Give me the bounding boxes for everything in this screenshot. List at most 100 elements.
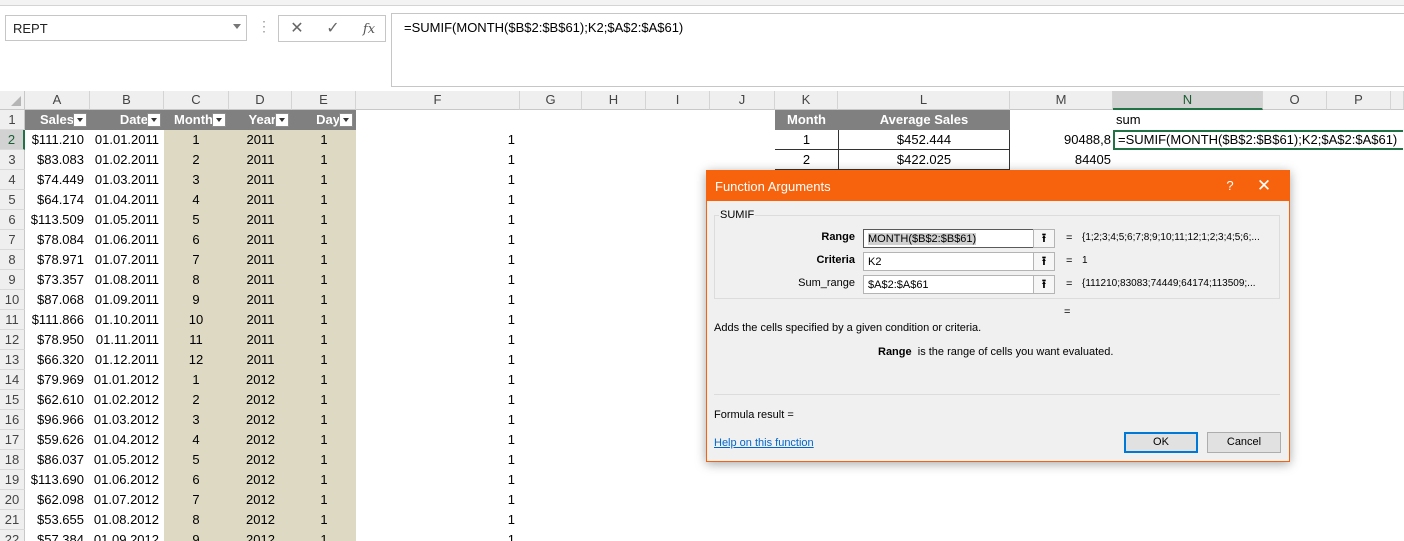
row-header-13[interactable]: 13: [0, 350, 25, 370]
cell-month[interactable]: 9: [164, 290, 229, 310]
cell-year[interactable]: 2011: [229, 270, 292, 290]
enter-icon[interactable]: ✓: [321, 19, 345, 39]
cell-f[interactable]: 1: [356, 130, 520, 150]
row-header-12[interactable]: 12: [0, 330, 25, 350]
chevron-down-icon[interactable]: [233, 24, 241, 29]
cell-f[interactable]: 1: [356, 150, 520, 170]
cell-month[interactable]: 8: [164, 270, 229, 290]
cell-day[interactable]: 1: [292, 470, 356, 490]
cell-year[interactable]: 2011: [229, 250, 292, 270]
cell-date[interactable]: 01.05.2012: [90, 450, 164, 470]
cell-year[interactable]: 2012: [229, 370, 292, 390]
cell-year[interactable]: 2011: [229, 290, 292, 310]
ok-button[interactable]: OK: [1124, 432, 1198, 453]
cell-f[interactable]: 1: [356, 210, 520, 230]
row-header-5[interactable]: 5: [0, 190, 25, 210]
column-header-m[interactable]: M: [1010, 91, 1113, 110]
cell-date[interactable]: 01.12.2011: [90, 350, 164, 370]
row-header-8[interactable]: 8: [0, 250, 25, 270]
cell-month[interactable]: 5: [164, 210, 229, 230]
cell-f[interactable]: 1: [356, 490, 520, 510]
cell-date[interactable]: 01.07.2012: [90, 490, 164, 510]
cell-year[interactable]: 2012: [229, 390, 292, 410]
cell-sales[interactable]: $83.083: [25, 150, 90, 170]
cell-day[interactable]: 1: [292, 490, 356, 510]
collapse-dialog-icon[interactable]: ⭱: [1033, 275, 1055, 294]
cell-f[interactable]: 1: [356, 350, 520, 370]
cell-month[interactable]: 3: [164, 410, 229, 430]
row-header-20[interactable]: 20: [0, 490, 25, 510]
filter-dropdown-day-icon[interactable]: [339, 113, 353, 127]
argument-input[interactable]: K2: [863, 252, 1055, 271]
row-header-21[interactable]: 21: [0, 510, 25, 530]
cell-year[interactable]: 2012: [229, 410, 292, 430]
cell-f[interactable]: 1: [356, 410, 520, 430]
cell-year[interactable]: 2012: [229, 510, 292, 530]
cell-day[interactable]: 1: [292, 430, 356, 450]
cell-f[interactable]: 1: [356, 330, 520, 350]
cell-year[interactable]: 2011: [229, 350, 292, 370]
insert-function-icon[interactable]: fx: [357, 19, 381, 39]
column-header-j[interactable]: J: [710, 91, 775, 110]
cell-date[interactable]: 01.08.2011: [90, 270, 164, 290]
row-header-14[interactable]: 14: [0, 370, 25, 390]
cell-sales[interactable]: $62.098: [25, 490, 90, 510]
cell-date[interactable]: 01.09.2012: [90, 530, 164, 541]
collapse-dialog-icon[interactable]: ⭱: [1033, 229, 1055, 248]
cell-f[interactable]: 1: [356, 290, 520, 310]
cell-month[interactable]: 4: [164, 190, 229, 210]
row-header-22[interactable]: 22: [0, 530, 25, 541]
cell-date[interactable]: 01.06.2012: [90, 470, 164, 490]
cell-f[interactable]: 1: [356, 530, 520, 541]
cell-sales[interactable]: $111.866: [25, 310, 90, 330]
cell-month[interactable]: 11: [164, 330, 229, 350]
cell-month[interactable]: 7: [164, 490, 229, 510]
cell-sales[interactable]: $66.320: [25, 350, 90, 370]
cell-month[interactable]: 2: [164, 150, 229, 170]
cell-month[interactable]: 10: [164, 310, 229, 330]
row-header-19[interactable]: 19: [0, 470, 25, 490]
column-header-i[interactable]: I: [646, 91, 710, 110]
cell-sales[interactable]: $113.690: [25, 470, 90, 490]
cell-sales[interactable]: $62.610: [25, 390, 90, 410]
column-header-p[interactable]: P: [1327, 91, 1391, 110]
close-icon[interactable]: ✕: [1249, 171, 1279, 201]
summary-month-cell[interactable]: 2: [775, 150, 838, 170]
cell-year[interactable]: 2011: [229, 150, 292, 170]
cell-sales[interactable]: $86.037: [25, 450, 90, 470]
cell-sales[interactable]: $57.384: [25, 530, 90, 541]
cell-day[interactable]: 1: [292, 230, 356, 250]
cell-year[interactable]: 2011: [229, 130, 292, 150]
cell-day[interactable]: 1: [292, 130, 356, 150]
filter-dropdown-year-icon[interactable]: [275, 113, 289, 127]
column-header-k[interactable]: K: [775, 91, 838, 110]
cell-date[interactable]: 01.04.2011: [90, 190, 164, 210]
column-header-c[interactable]: C: [164, 91, 229, 110]
row-header-6[interactable]: 6: [0, 210, 25, 230]
row-header-17[interactable]: 17: [0, 430, 25, 450]
cell-day[interactable]: 1: [292, 350, 356, 370]
cell-sales[interactable]: $113.509: [25, 210, 90, 230]
cell-sales[interactable]: $53.655: [25, 510, 90, 530]
cell-f[interactable]: 1: [356, 230, 520, 250]
cell-date[interactable]: 01.09.2011: [90, 290, 164, 310]
cell-date[interactable]: 01.01.2011: [90, 130, 164, 150]
cell-day[interactable]: 1: [292, 530, 356, 541]
cell-month[interactable]: 6: [164, 470, 229, 490]
dialog-title[interactable]: Function Arguments: [707, 171, 1289, 201]
row-header-16[interactable]: 16: [0, 410, 25, 430]
row-header-7[interactable]: 7: [0, 230, 25, 250]
cell-sales[interactable]: $74.449: [25, 170, 90, 190]
cell-f[interactable]: 1: [356, 510, 520, 530]
row-header-10[interactable]: 10: [0, 290, 25, 310]
cell-f[interactable]: 1: [356, 370, 520, 390]
argument-input[interactable]: MONTH($B$2:$B$61): [863, 229, 1055, 248]
cell-date[interactable]: 01.03.2011: [90, 170, 164, 190]
cell-month[interactable]: 12: [164, 350, 229, 370]
cell-date[interactable]: 01.02.2011: [90, 150, 164, 170]
row-header-4[interactable]: 4: [0, 170, 25, 190]
cell-year[interactable]: 2011: [229, 210, 292, 230]
cell-day[interactable]: 1: [292, 370, 356, 390]
filter-dropdown-sales-icon[interactable]: [73, 113, 87, 127]
summary-month-cell[interactable]: 1: [775, 130, 838, 150]
